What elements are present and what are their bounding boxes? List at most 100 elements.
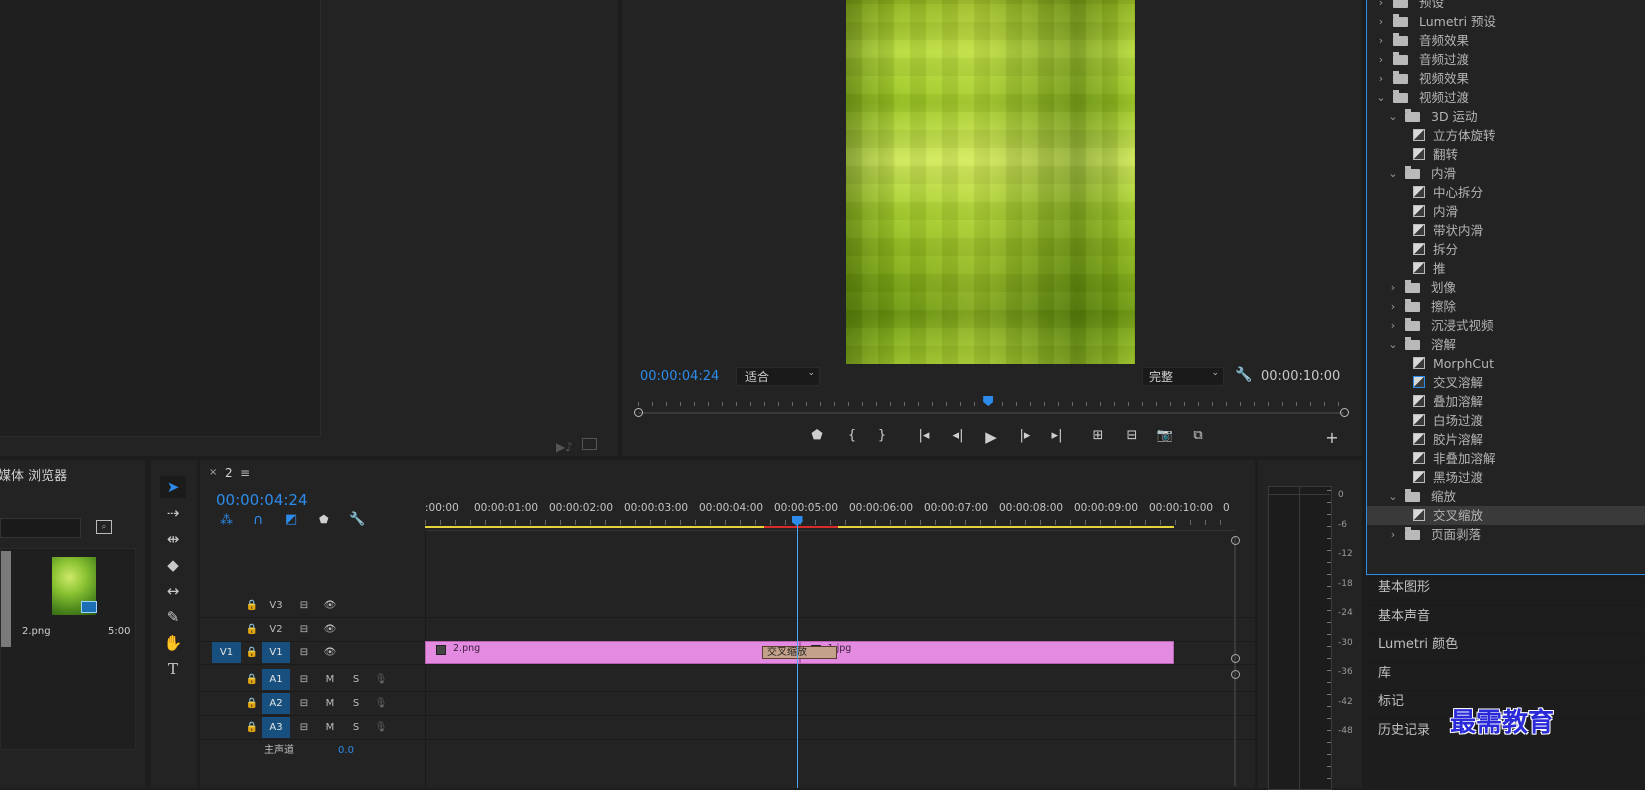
chevron-right-icon[interactable]: › [1387, 278, 1399, 297]
effects-tree-item[interactable]: 推 [1367, 259, 1645, 278]
compare-icon[interactable]: ⧉ [1188, 428, 1208, 443]
track-target[interactable]: V1 [262, 642, 290, 663]
side-panel-tab[interactable]: 库 [1378, 662, 1391, 686]
chevron-right-icon[interactable]: › [1375, 69, 1387, 88]
solo-button[interactable]: S [349, 717, 363, 738]
scrubber-end-handle[interactable] [1340, 408, 1349, 417]
lock-icon[interactable]: 🔒 [245, 619, 259, 640]
scroll-handle-mid[interactable] [1231, 654, 1240, 663]
chevron-down-icon[interactable]: ⌄ [1387, 335, 1399, 354]
effects-tree-item[interactable]: 内滑 [1367, 202, 1645, 221]
effects-tree-item[interactable]: ⌄ 溶解 [1367, 335, 1645, 354]
camera-icon[interactable]: 📷 [1155, 428, 1175, 443]
mark-out-icon[interactable]: } [872, 428, 892, 443]
master-volume-value[interactable]: 0.0 [336, 740, 356, 761]
chevron-right-icon[interactable]: › [1375, 31, 1387, 50]
transition-block[interactable]: 交叉缩放 [762, 646, 837, 659]
step-back-icon[interactable]: ◂| [948, 428, 968, 443]
eye-icon[interactable]: 👁 [322, 642, 338, 663]
effects-tree-item[interactable]: › 视频效果 [1367, 69, 1645, 88]
eye-icon[interactable]: 👁 [322, 595, 338, 616]
sync-lock-icon[interactable]: ⊟ [297, 717, 311, 738]
nest-toggle-icon[interactable]: ⁂ [220, 513, 233, 528]
chevron-right-icon[interactable]: › [1387, 316, 1399, 335]
effects-tree-item[interactable]: 立方体旋转 [1367, 126, 1645, 145]
pen-tool-icon[interactable]: ✎ [160, 606, 186, 628]
effects-tree-item[interactable]: ⌄ 3D 运动 [1367, 107, 1645, 126]
sync-lock-icon[interactable]: ⊟ [297, 619, 311, 640]
chevron-right-icon[interactable]: › [1375, 50, 1387, 69]
wrench-icon[interactable]: 🔧 [1235, 367, 1252, 383]
close-tab-icon[interactable]: × [209, 467, 217, 478]
lift-icon[interactable]: ⊞ [1088, 428, 1108, 443]
add-marker-icon[interactable]: ⬟ [807, 428, 827, 443]
track-target[interactable]: V2 [262, 619, 290, 640]
go-to-in-icon[interactable]: |◂ [914, 428, 934, 443]
source-patch[interactable]: V1 [212, 642, 241, 663]
mark-in-icon[interactable]: { [842, 428, 862, 443]
track-target[interactable]: V3 [262, 595, 290, 616]
effects-tree-item[interactable]: › 预设 [1367, 0, 1645, 12]
program-scrubber[interactable] [634, 396, 1349, 420]
add-marker-icon[interactable]: ⬟ [319, 513, 329, 526]
ripple-edit-tool-icon[interactable]: ⇹ [160, 528, 186, 550]
solo-button[interactable]: S [349, 693, 363, 714]
effects-tree-item[interactable]: › 页面剥落 [1367, 525, 1645, 544]
step-forward-icon[interactable]: |▸ [1015, 428, 1035, 443]
effects-tree-item[interactable]: MorphCut [1367, 354, 1645, 373]
selection-tool-icon[interactable]: ➤ [160, 476, 186, 498]
program-timecode[interactable]: 00:00:04:24 [640, 369, 719, 384]
effects-tree-item[interactable]: 黑场过渡 [1367, 468, 1645, 487]
chevron-right-icon[interactable]: › [1387, 297, 1399, 316]
effects-tree-item[interactable]: 非叠加溶解 [1367, 449, 1645, 468]
timeline-timecode[interactable]: 00:00:04:24 [216, 491, 308, 509]
eye-icon[interactable]: 👁 [322, 619, 338, 640]
timeline-clip[interactable]: 1.jpg [799, 641, 1174, 664]
lock-icon[interactable]: 🔒 [245, 669, 259, 690]
track-target[interactable]: A2 [262, 693, 290, 714]
effects-tree-item[interactable]: 中心拆分 [1367, 183, 1645, 202]
effects-tree-item[interactable]: ⌄ 缩放 [1367, 487, 1645, 506]
effects-tree-item[interactable]: › 沉浸式视频 [1367, 316, 1645, 335]
effects-tree-item[interactable]: ⌄ 内滑 [1367, 164, 1645, 183]
extract-icon[interactable]: ⊟ [1122, 428, 1142, 443]
microphone-icon[interactable]: 🎙 [374, 693, 388, 714]
chevron-down-icon[interactable]: ⌄ [1375, 88, 1387, 107]
effects-tree-item[interactable]: ⌄ 视频过渡 [1367, 88, 1645, 107]
scroll-handle-top[interactable] [1231, 536, 1240, 545]
timeline-scroll-track[interactable] [1231, 536, 1240, 786]
media-search-input[interactable] [0, 518, 81, 538]
track-target[interactable]: A3 [262, 717, 290, 738]
scrubber-start-handle[interactable] [634, 408, 643, 417]
mute-button[interactable]: M [323, 693, 337, 714]
play-icon[interactable]: ▶ [981, 428, 1001, 446]
effects-tree-item[interactable]: 翻转 [1367, 145, 1645, 164]
solo-button[interactable]: S [349, 669, 363, 690]
chevron-down-icon[interactable]: ⌄ [1387, 107, 1399, 126]
effects-tree-item[interactable]: 拆分 [1367, 240, 1645, 259]
side-panel-tab[interactable]: 基本图形 [1378, 576, 1430, 600]
effects-tree-item[interactable]: 白场过渡 [1367, 411, 1645, 430]
sync-lock-icon[interactable]: ⊟ [297, 669, 311, 690]
effects-tree-item[interactable]: 带状内滑 [1367, 221, 1645, 240]
mute-button[interactable]: M [323, 669, 337, 690]
lock-icon[interactable]: 🔒 [245, 717, 259, 738]
mute-button[interactable]: M [323, 717, 337, 738]
timeline-playhead[interactable] [791, 516, 803, 788]
microphone-icon[interactable]: 🎙 [374, 717, 388, 738]
lock-icon[interactable]: 🔒 [245, 595, 259, 616]
effects-tree-item[interactable]: › 划像 [1367, 278, 1645, 297]
panel-menu-icon[interactable]: ≡ [240, 466, 250, 480]
effects-tree-item[interactable]: › 音频过渡 [1367, 50, 1645, 69]
search-icon[interactable]: ⌕ [96, 520, 112, 534]
timeline-clip[interactable]: 2.png [425, 641, 800, 664]
side-panel-tab[interactable]: Lumetri 颜色 [1378, 633, 1458, 657]
side-panel-tab[interactable]: 历史记录 [1378, 719, 1430, 743]
razor-tool-icon[interactable]: ◆ [160, 554, 186, 576]
linked-selection-icon[interactable]: ◩ [285, 512, 297, 527]
insert-icon[interactable]: ▶♪ [556, 440, 573, 454]
zoom-select[interactable]: 适合 ⌄ [736, 367, 820, 386]
lock-icon[interactable]: 🔒 [245, 693, 259, 714]
chevron-right-icon[interactable]: › [1375, 12, 1387, 31]
type-tool-icon[interactable]: T [160, 658, 186, 680]
